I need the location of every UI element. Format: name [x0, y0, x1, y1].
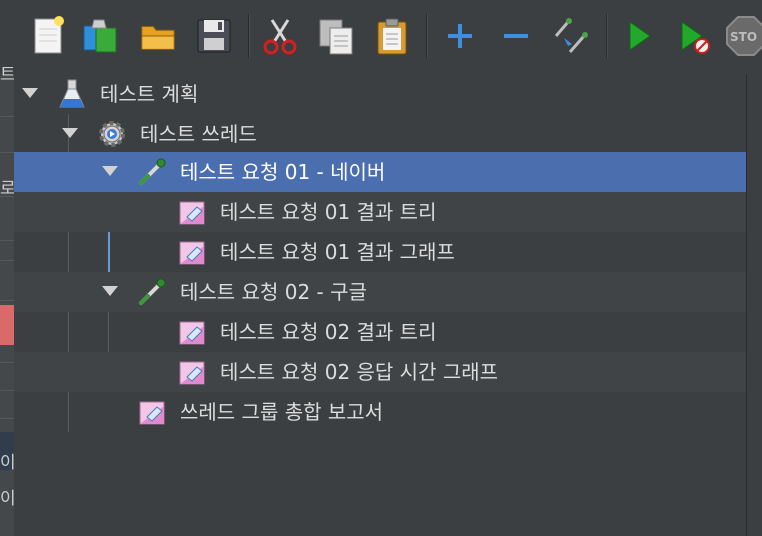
- chart-listener-icon: [179, 361, 205, 385]
- toggle-pipette-icon: [554, 18, 588, 53]
- tree-node-listener[interactable]: 테스트 요청 02 응답 시간 그래프: [14, 352, 746, 392]
- minus-icon: [504, 34, 528, 38]
- stop-button[interactable]: STO: [726, 14, 762, 58]
- tree-node-request-02-google[interactable]: 테스트 요청 02 - 구글: [14, 272, 746, 312]
- start-no-pauses-button[interactable]: [674, 14, 714, 58]
- pipette-icon: [139, 278, 166, 305]
- stop-label: STO: [730, 30, 757, 44]
- toolbar: STO: [0, 0, 762, 75]
- test-plan-tree[interactable]: 테스트 계획 테스트 쓰레드 테스트 요청 01 - 네이버 테스트 요청 01…: [14, 74, 746, 536]
- tree-node-summary-report[interactable]: 쓰레드 그룹 총합 보고서: [14, 392, 746, 432]
- plus-icon: [448, 24, 472, 48]
- left-strip-char: 로: [0, 179, 14, 199]
- new-document-icon: [34, 16, 64, 54]
- chart-listener-icon: [179, 241, 205, 265]
- tree-node-thread-group[interactable]: 테스트 쓰레드: [14, 114, 746, 154]
- save-floppy-icon: [197, 19, 231, 53]
- tree-node-label: 테스트 계획: [100, 82, 199, 106]
- tree-node-label: 테스트 쓰레드: [140, 122, 257, 146]
- tree-node-listener[interactable]: 테스트 요청 01 결과 그래프: [14, 232, 746, 272]
- left-strip-error-row: [0, 305, 14, 345]
- play-no-timer-icon: [681, 21, 710, 54]
- tree-node-label: 테스트 요청 01 - 네이버: [180, 160, 386, 184]
- left-strip-char: 이: [0, 453, 14, 473]
- chart-listener-icon: [139, 401, 165, 425]
- left-strip-char: 트: [0, 65, 14, 85]
- paste-clipboard-icon: [377, 18, 407, 55]
- tree-node-request-01-naver[interactable]: 테스트 요청 01 - 네이버: [14, 152, 746, 192]
- tree-node-label: 테스트 요청 02 응답 시간 그래프: [220, 360, 499, 384]
- tree-node-label: 테스트 요청 01 결과 트리: [220, 200, 437, 224]
- tree-node-label: 테스트 요청 02 - 구글: [180, 280, 367, 304]
- tree-node-test-plan[interactable]: 테스트 계획: [14, 74, 746, 114]
- start-button[interactable]: [618, 14, 658, 58]
- left-strip-char: 이: [0, 489, 14, 509]
- collapse-toggle[interactable]: [102, 166, 118, 176]
- new-button[interactable]: [28, 14, 68, 58]
- scissors-icon: [263, 19, 297, 55]
- templates-button[interactable]: [80, 14, 120, 58]
- chart-listener-icon: [179, 321, 205, 345]
- collapse-toggle[interactable]: [22, 88, 38, 98]
- tree-node-listener[interactable]: 테스트 요청 02 결과 트리: [14, 312, 746, 352]
- expand-all-button[interactable]: [440, 14, 480, 58]
- collapse-toggle[interactable]: [102, 286, 118, 296]
- collapse-toggle[interactable]: [62, 128, 78, 138]
- tree-node-label: 테스트 요청 01 결과 그래프: [220, 240, 455, 264]
- chart-listener-icon: [179, 201, 205, 225]
- tree-node-listener[interactable]: 테스트 요청 01 결과 트리: [14, 192, 746, 232]
- cut-button[interactable]: [260, 14, 300, 58]
- play-icon: [629, 21, 651, 51]
- stop-sign-icon: STO: [726, 16, 762, 56]
- tree-node-label: 쓰레드 그룹 총합 보고서: [180, 400, 384, 424]
- templates-icon: [83, 19, 117, 53]
- open-button[interactable]: [138, 14, 178, 58]
- open-folder-icon: [141, 26, 175, 50]
- collapse-all-button[interactable]: [496, 14, 536, 58]
- tree-node-label: 테스트 요청 02 결과 트리: [220, 320, 437, 344]
- toggle-button[interactable]: [550, 14, 590, 58]
- tree-vertical-scrollbar[interactable]: [746, 74, 762, 536]
- gear-icon: [99, 121, 125, 147]
- flask-icon: [59, 79, 85, 108]
- save-button[interactable]: [194, 14, 234, 58]
- copy-button[interactable]: [316, 14, 356, 58]
- paste-button[interactable]: [372, 14, 412, 58]
- pipette-icon: [139, 158, 166, 185]
- copy-icon: [319, 19, 353, 55]
